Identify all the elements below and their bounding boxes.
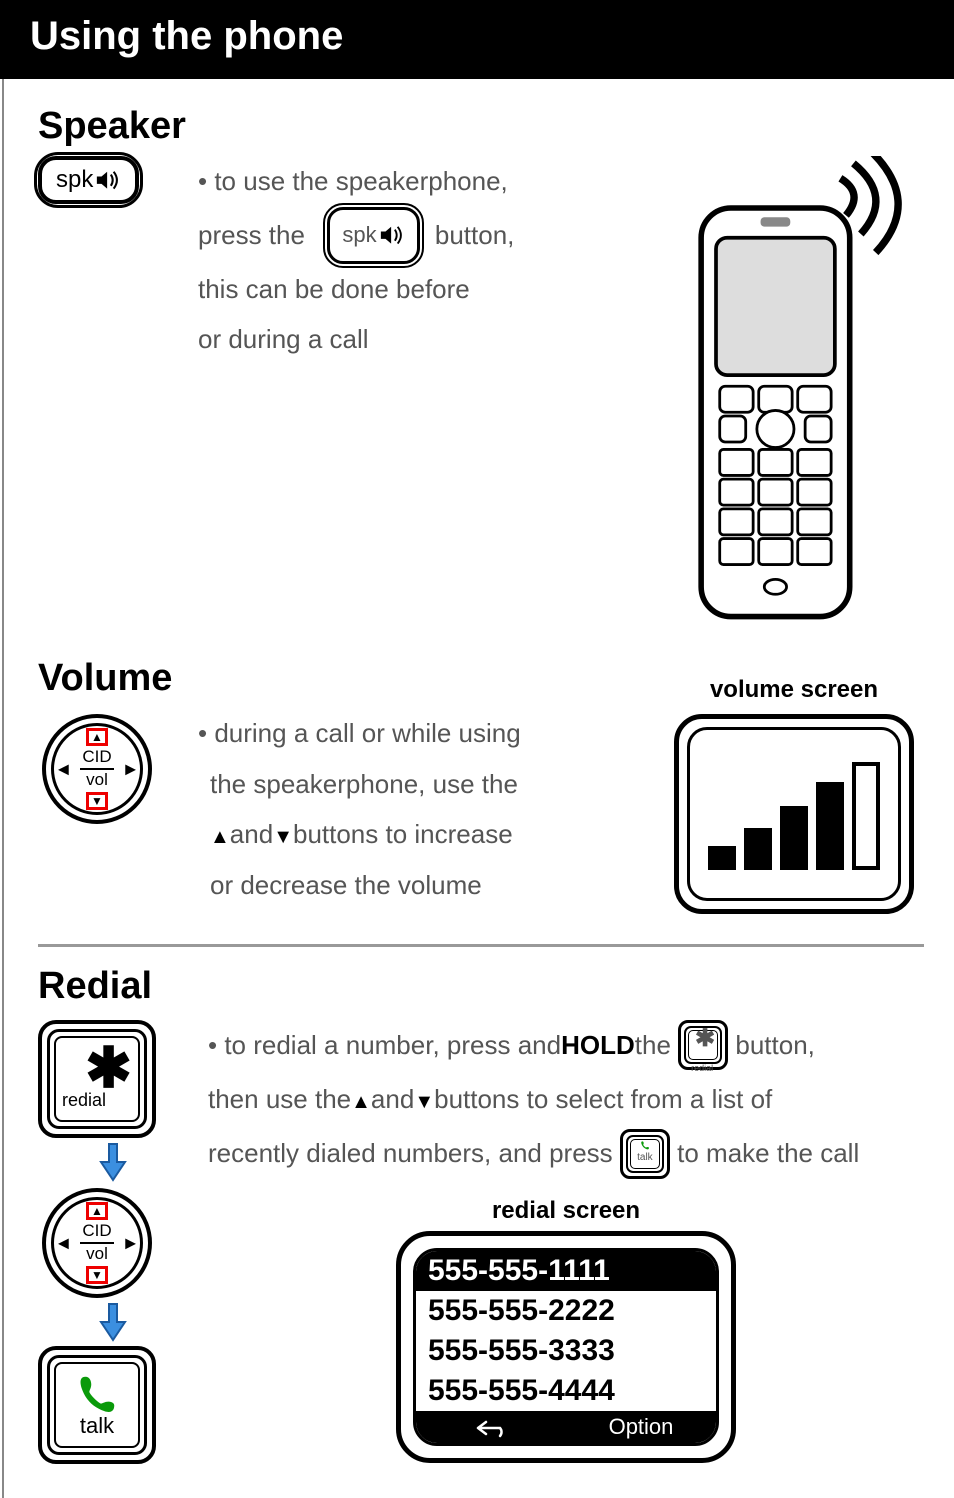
volume-body: • during a call or while using the speak… [198,708,654,911]
redial-number: 555-555-3333 [416,1331,716,1371]
volume-bar-4 [816,782,844,870]
volume-bar-3 [780,806,808,870]
speaker-heading: Speaker [38,105,924,148]
speaker-icon [379,224,407,246]
nav-down-highlight: ▼ [86,792,108,810]
up-arrow-icon [210,809,230,860]
talk-key-inline: talk [620,1129,670,1179]
volume-screen-title: volume screen [664,676,924,704]
handset-illustration [664,156,924,639]
nav-pad-illustration: ▲ ◀ ▶ CID vol ▼ [42,1188,152,1298]
redial-screen-title: redial screen [208,1197,924,1225]
redial-sequence-illustration: ✱ redial ▲ ◀ ▶ CID vol ▼ [38,1016,188,1468]
redial-key-tile: ✱ redial [38,1020,156,1138]
softkey-back [416,1411,566,1443]
redial-heading: Redial [38,965,924,1008]
volume-heading: Volume [38,657,664,700]
redial-key-inline: ✱redial [678,1020,728,1070]
softkey-option: Option [566,1411,716,1443]
nav-left-icon: ◀ [58,760,69,777]
down-arrow-icon [273,809,293,860]
page-banner: Using the phone [0,0,954,79]
volume-bar-1 [708,846,736,870]
speaker-button-illustration: spk [38,156,178,204]
nav-up-highlight: ▲ [86,728,108,746]
up-arrow-icon [351,1074,371,1125]
banner-title: Using the phone [30,14,343,58]
volume-screen-illustration [664,708,924,914]
redial-number: 555-555-2222 [416,1291,716,1331]
phone-handset-icon [74,1371,120,1417]
redial-number-selected: 555-555-1111 [416,1251,716,1291]
redial-screen-illustration: 555-555-1111 555-555-2222 555-555-3333 5… [396,1231,736,1463]
redial-number: 555-555-4444 [416,1371,716,1411]
spk-button-inline: spk [327,207,419,264]
section-divider [38,944,924,947]
redial-body: • to redial a number, press and HOLD the… [208,1016,924,1183]
nav-right-icon: ▶ [125,760,136,777]
down-arrow-blue-icon [98,1142,128,1182]
down-arrow-blue-icon [98,1302,128,1342]
speaker-body: • to use the speakerphone, press the spk… [198,156,654,365]
down-arrow-icon [414,1074,434,1125]
volume-bar-5-outline [852,762,880,870]
nav-pad-illustration: ▲ ◀ ▶ CID vol ▼ [38,708,178,824]
volume-bar-2 [744,828,772,870]
talk-key-tile: talk [38,1346,156,1464]
speaker-icon [95,169,123,191]
spk-button-large: spk [38,156,139,204]
